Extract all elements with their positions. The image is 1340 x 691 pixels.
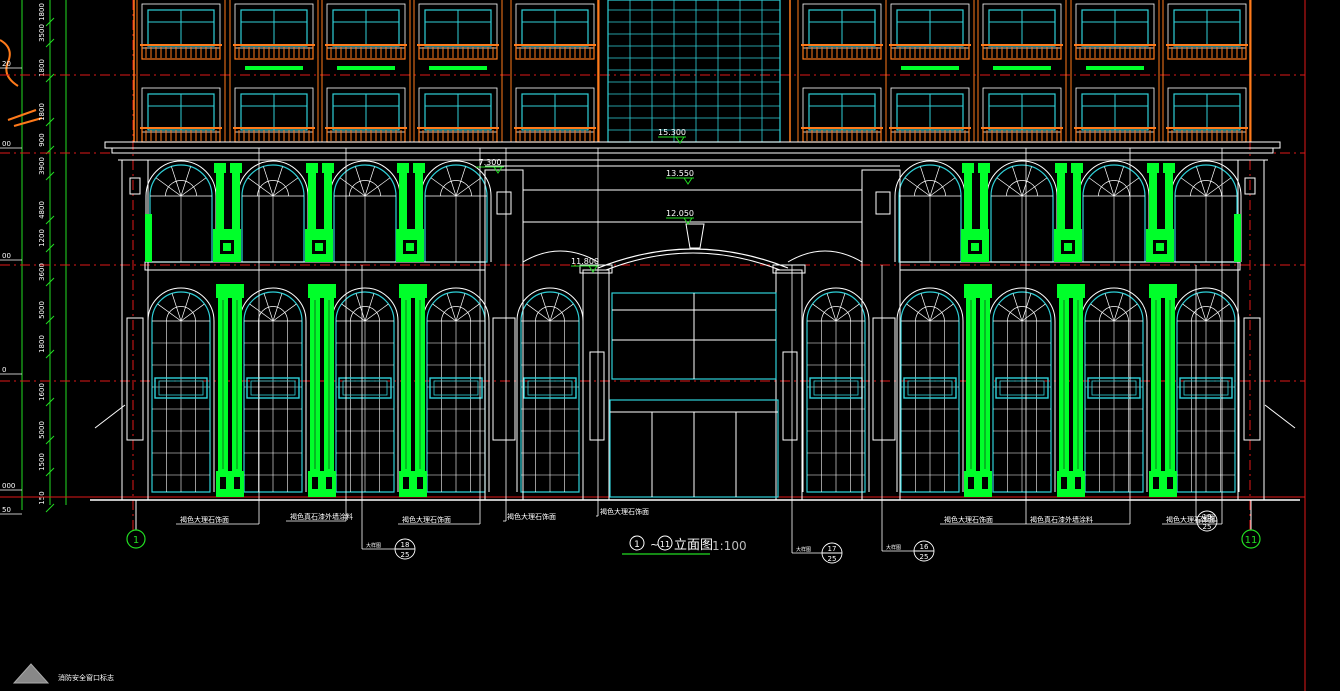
detail-ref-number: 19 (1203, 513, 1212, 521)
left-dim-label: 900 (38, 133, 46, 146)
left-dim-label: 1800 (38, 59, 46, 77)
detail-ref-number: 18 (401, 541, 410, 549)
left-dim-label: 5000 (38, 301, 46, 319)
footer-note-text: 消防安全窗口标志 (58, 673, 114, 682)
title-axis-start: 1 (634, 540, 640, 550)
material-callout: 褐色大理石饰面 (944, 515, 993, 524)
elevation-label: 12.050 (666, 209, 694, 218)
title-scale: 1:100 (712, 539, 747, 553)
elevation-label: 13.550 (666, 169, 694, 178)
elevation-label: 11.800 (571, 257, 599, 266)
left-dim-label: 1200 (38, 229, 46, 247)
material-callout: 褐色大理石饰面 (180, 515, 229, 524)
left-dim-label: 3600 (38, 263, 46, 281)
detail-ref-number: 17 (828, 545, 837, 553)
left-dim-label: 3900 (38, 157, 46, 175)
material-callout: 褐色大理石饰面 (402, 515, 451, 524)
axis-label-11: 11 (1245, 535, 1258, 546)
detail-ref-number: 16 (920, 543, 929, 551)
title-text: 立面图 (674, 538, 713, 553)
material-callout: 褐色真石漆外墙涂料 (1030, 515, 1093, 524)
left-dim-label: 4800 (38, 201, 46, 219)
material-callout: 褐色真石漆外墙涂料 (290, 512, 353, 521)
title-axis-end: 11 (660, 540, 670, 549)
left-level-label: 20 (2, 60, 11, 68)
detail-ref-sheet: 25 (828, 555, 837, 563)
detail-ref-label: 大样图 (366, 542, 381, 549)
left-level-label: 00 (2, 252, 11, 260)
left-dim-label: 1500 (38, 453, 46, 471)
axis-label-1: 1 (133, 535, 139, 546)
detail-ref-label: 大样图 (886, 544, 901, 551)
left-level-label: 0 (2, 366, 6, 374)
detail-ref-label: 大样图 (796, 546, 811, 553)
left-dim-label: 5000 (38, 421, 46, 439)
material-callout: 褐色大理石饰面 (507, 512, 556, 521)
left-level-label: 000 (2, 482, 15, 490)
left-dim-label: 1800 (38, 335, 46, 353)
left-dim-label: 1600 (38, 383, 46, 401)
left-level-label: 50 (2, 506, 11, 514)
left-dim-label: 150 (38, 491, 46, 504)
left-dim-label: 1800 (38, 3, 46, 21)
detail-ref-sheet: 25 (920, 553, 929, 561)
left-dim-label: 1800 (38, 103, 46, 121)
detail-ref-sheet: 25 (1203, 523, 1212, 531)
left-level-label: 00 (2, 140, 11, 148)
left-dim-label: 3500 (38, 24, 46, 42)
detail-ref-sheet: 25 (401, 551, 410, 559)
elevation-drawing: 1800350018001800900390048001200360050001… (0, 0, 1340, 691)
material-callout: 褐色大理石饰面 (600, 507, 649, 516)
elevation-label: 15.300 (658, 128, 686, 137)
elevation-label: 7.300 (479, 158, 502, 167)
